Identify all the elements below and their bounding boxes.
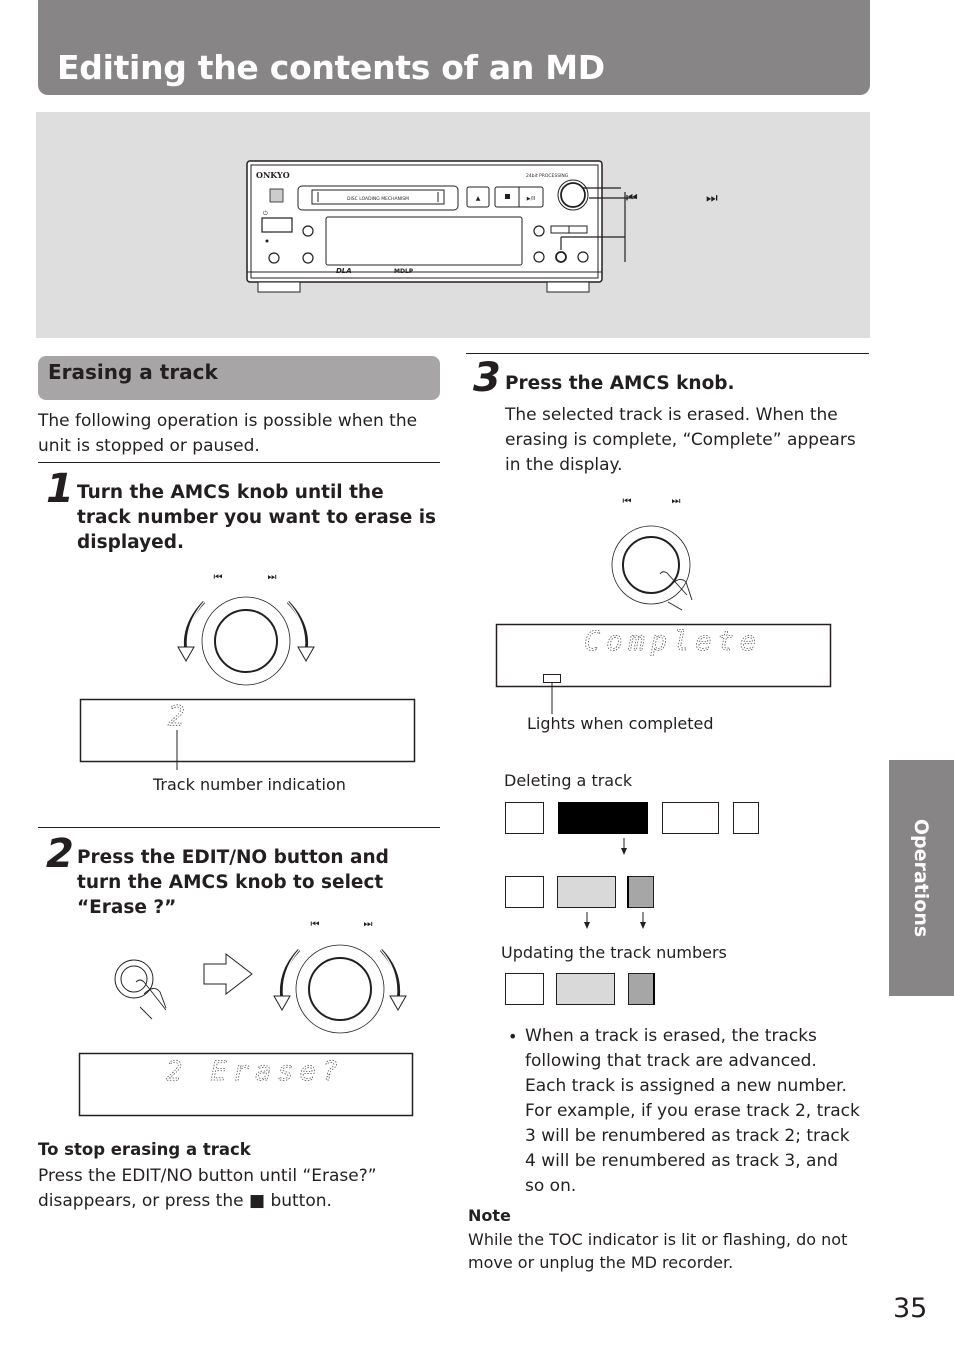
- amcs-knob: [308, 957, 372, 1021]
- step-3-text: The selected track is erased. When the e…: [505, 405, 856, 475]
- amcs-knob: [622, 536, 680, 594]
- complete-indicator: [543, 674, 561, 683]
- md-recorder-illustration: ONKYO DISC LOADING MECHANISM ▲ ▶/II 24bi…: [246, 160, 718, 293]
- right-arrow-icon: [203, 952, 253, 996]
- knob-next-icon: ⏭: [268, 572, 277, 583]
- slot-label: DISC LOADING MECHANISM: [347, 196, 409, 202]
- brand-logo: ONKYO: [256, 170, 290, 180]
- knob-prev-icon: ⏮: [623, 496, 632, 507]
- divider: [38, 462, 440, 463]
- deleting-track-label: Deleting a track: [504, 771, 633, 790]
- page-number: 35: [893, 1293, 928, 1324]
- divider: [466, 353, 869, 354]
- step-3-illustration: ⏮ ⏭ Complete: [495, 496, 832, 714]
- step-2-title: Press the EDIT/NO button and turn the AM…: [77, 847, 389, 918]
- knob-next-icon: ⏭: [672, 496, 681, 507]
- step-1-number: 1: [46, 466, 74, 512]
- bullet-text: When a track is erased, the tracks follo…: [525, 1026, 860, 1196]
- svg-text:DLA: DLA: [336, 267, 352, 275]
- track-block-3-new: [628, 973, 654, 1005]
- side-tab-label: Operations: [910, 818, 933, 938]
- track-block-deleted: [558, 802, 648, 834]
- svg-text:▲: ▲: [476, 195, 481, 202]
- updating-track-numbers-label: Updating the track numbers: [501, 943, 727, 962]
- step-1-title: Turn the AMCS knob until the track numbe…: [77, 482, 437, 553]
- section-title: Erasing a track: [48, 360, 218, 384]
- device-foot-left: [257, 281, 301, 293]
- track-number-indication-label: Track number indication: [153, 775, 346, 794]
- knob-prev-icon: ⏮: [311, 919, 320, 930]
- side-tab-label-container: Operations: [889, 760, 954, 996]
- intro-text: The following operation is possible when…: [38, 411, 418, 456]
- track-diagram: [505, 802, 759, 1005]
- track-block-3: [662, 802, 719, 834]
- down-arrow-icon: [621, 848, 627, 855]
- rotate-left-arrow-icon: [273, 995, 291, 1012]
- stop-text-after: button.: [270, 1191, 332, 1211]
- knob-next-icon: ⏭: [364, 919, 373, 930]
- track-block-1: [505, 802, 544, 834]
- track-block-2-new: [556, 973, 615, 1005]
- edit-no-button: [555, 251, 567, 263]
- stop-erasing-text: Press the EDIT/NO button until “Erase?” …: [38, 1164, 438, 1214]
- note-text: While the TOC indicator is lit or flashi…: [468, 1230, 848, 1272]
- divider: [38, 827, 440, 828]
- power-button: [261, 217, 293, 233]
- track-block-4: [733, 802, 759, 834]
- mdlp-logo: MDLP: [394, 268, 414, 275]
- svg-text:⏻: ⏻: [263, 210, 268, 217]
- device-foot-right: [546, 281, 590, 293]
- stop-button-glyph: [505, 194, 510, 199]
- stop-button-icon: ■: [248, 1191, 266, 1211]
- stop-erasing-title: To stop erasing a track: [38, 1140, 251, 1159]
- down-arrow-icon: [640, 922, 646, 929]
- step-2-number: 2: [46, 831, 74, 877]
- note-title: Note: [468, 1206, 511, 1225]
- rotate-right-arrow-icon: [389, 995, 407, 1012]
- next-track-icon: ⏭: [706, 191, 718, 206]
- track-block-1: [505, 876, 544, 908]
- track-block-moved-4: [628, 876, 654, 908]
- step-2-illustration: ⏮ ⏭ 2 Erase?: [78, 919, 414, 1117]
- step-1-illustration: ⏮ ⏭ 2: [79, 572, 416, 770]
- amcs-knob: [214, 609, 278, 673]
- finger-press-icon: [135, 979, 167, 1020]
- lcd-track-number: 2: [168, 699, 185, 732]
- track-block-moved-3: [557, 876, 616, 908]
- lcd-complete-text: Complete: [584, 626, 762, 657]
- svg-text:▶/II: ▶/II: [527, 196, 535, 202]
- previous-track-icon: ⏮: [626, 191, 638, 206]
- lcd-display: [79, 698, 416, 763]
- device-display: [325, 216, 523, 266]
- rotate-left-arrow-icon: [177, 646, 195, 663]
- down-arrow-icon: [584, 922, 590, 929]
- page-title: Editing the contents of an MD: [57, 48, 605, 87]
- step-3-number: 3: [473, 355, 501, 401]
- rotate-right-arrow-icon: [297, 646, 315, 663]
- lights-when-completed-label: Lights when completed: [527, 714, 714, 733]
- track-block-1: [505, 973, 544, 1005]
- lcd-erase-text: 2 Erase?: [166, 1056, 344, 1087]
- processing-label: 24bit PROCESSING: [526, 173, 569, 179]
- minidisc-logo: [269, 188, 284, 203]
- step-3-title: Press the AMCS knob.: [505, 373, 735, 394]
- knob-prev-icon: ⏮: [214, 572, 223, 583]
